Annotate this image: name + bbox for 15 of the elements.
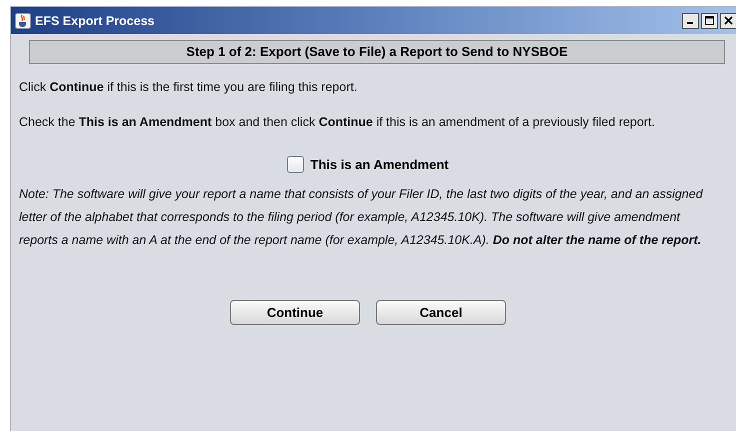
checkbox-label: This is an Amendment	[310, 157, 449, 172]
close-button[interactable]	[720, 12, 736, 28]
window-title: EFS Export Process	[35, 14, 154, 28]
note-text: Note: The software will give your report a name that consists of your Filer ID, the last two digits of the year, and an assigned letter of the alphabet that corresponds to the filing period (for example, A12345.10K). The software will give amendment reports a name with an A at the end of the report name (for example, A12345.10K.A). Do not alter the name of the report.	[19, 186, 704, 249]
checkbox[interactable]	[287, 156, 304, 173]
instruction-text: Check the This is an Amendment box and then click Continue if this is an amendment of a previously filed report.	[19, 114, 656, 131]
minimize-button[interactable]	[682, 12, 699, 28]
close-icon	[724, 16, 733, 25]
instruction-text: Click Continue if this is the first time you are filing this report.	[19, 79, 358, 96]
step-heading: Step 1 of 2: Export (Save to File) a Report to Send to NYSBOE	[29, 40, 725, 64]
continue-button[interactable]: Continue	[230, 300, 360, 325]
maximize-icon	[705, 16, 714, 25]
coffee-cup-icon	[15, 12, 31, 28]
cancel-button[interactable]: Cancel	[376, 300, 506, 325]
maximize-button[interactable]	[701, 12, 718, 28]
